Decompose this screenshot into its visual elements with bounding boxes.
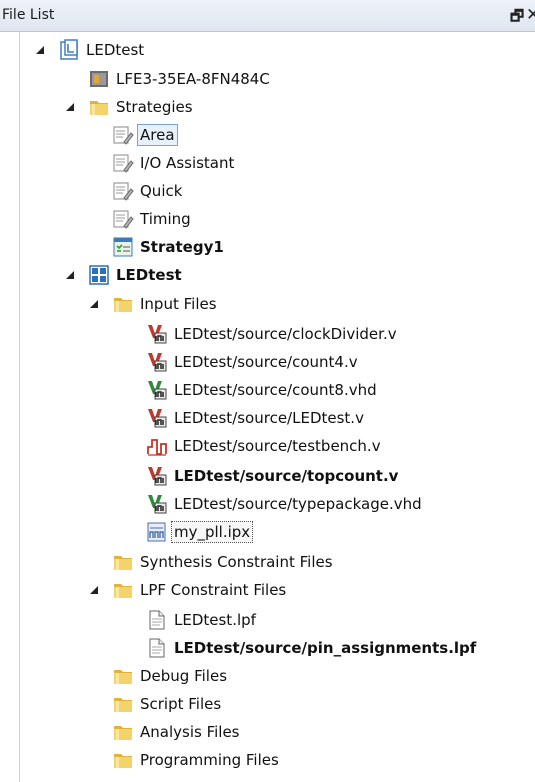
tree-item[interactable]: Timing	[112, 205, 191, 233]
tree-item-label: Area	[137, 124, 178, 146]
tree-item[interactable]: Strategy1	[112, 233, 224, 261]
tree-item[interactable]: LFE3-35EA-8FN484C	[88, 65, 270, 93]
tree-item-label: LEDtest/source/clockDivider.v	[174, 325, 397, 343]
expand-arrow-icon[interactable]	[64, 269, 76, 281]
tree-item-label: LEDtest/source/pin_assignments.lpf	[174, 639, 477, 657]
panel-titlebar: File List 🗗 ✕	[0, 0, 535, 32]
tree-item-label: LFE3-35EA-8FN484C	[116, 70, 270, 88]
tree-item-label: LEDtest.lpf	[174, 611, 256, 629]
tree-item-label: Timing	[140, 210, 191, 228]
tree-item-label: I/O Assistant	[140, 154, 235, 172]
expand-arrow-icon[interactable]	[64, 101, 76, 113]
strategy-icon	[112, 208, 134, 230]
project-icon	[58, 39, 80, 61]
tree-item[interactable]: Analysis Files	[112, 718, 240, 746]
tree-item-label: Strategy1	[140, 238, 224, 256]
tree-item[interactable]: LEDtest/source/LEDtest.v	[146, 404, 364, 432]
panel-title: File List	[2, 7, 55, 23]
tree-item-label: LEDtest/source/LEDtest.v	[174, 409, 364, 427]
chip-icon	[88, 68, 110, 90]
folder-icon	[112, 293, 134, 315]
active-strategy-icon	[112, 236, 134, 258]
tree-item[interactable]: I/O Assistant	[112, 149, 234, 177]
tree-item[interactable]: LEDtest/source/testbench.v	[146, 432, 381, 460]
tree-item-label: Analysis Files	[140, 723, 240, 741]
tree-item-label: LEDtest/source/testbench.v	[174, 437, 381, 455]
folder-icon	[112, 579, 134, 601]
tree-item[interactable]: Strategies	[66, 93, 193, 121]
tree-item-label: Strategies	[116, 98, 193, 116]
strategy-icon	[112, 180, 134, 202]
tree-item[interactable]: LEDtest/source/count8.vhd	[146, 376, 377, 404]
tree-item-label: LEDtest	[86, 41, 145, 59]
tree-item-label: Input Files	[140, 295, 217, 313]
verilog-file-icon	[146, 323, 168, 345]
tree-item-label: my_pll.ipx	[171, 521, 254, 543]
folder-icon	[88, 96, 110, 118]
simulation-file-icon	[146, 435, 168, 457]
tree-item[interactable]: LEDtest	[66, 261, 182, 289]
folder-icon	[112, 749, 134, 771]
tree-item[interactable]: LEDtest/source/typepackage.vhd	[146, 490, 422, 518]
tree-item-label: Quick	[140, 182, 183, 200]
document-icon	[146, 637, 168, 659]
file-list-panel: File List 🗗 ✕ LEDtest LFE3-35EA-8FN484C St…	[0, 0, 535, 782]
tree-item[interactable]: Quick	[112, 177, 182, 205]
tree-item[interactable]: LEDtest/source/pin_assignments.lpf	[146, 634, 476, 662]
ipx-file-icon	[146, 521, 168, 543]
folder-icon	[112, 665, 134, 687]
vhdl-file-icon	[146, 493, 168, 515]
expand-arrow-icon[interactable]	[88, 584, 100, 596]
tree-item-label: Script Files	[140, 695, 222, 713]
tree-item-label: LEDtest/source/count4.v	[174, 353, 358, 371]
strategy-icon	[112, 152, 134, 174]
verilog-file-icon	[146, 465, 168, 487]
tree-item[interactable]: Area	[112, 121, 178, 149]
tree-item[interactable]: my_pll.ipx	[146, 518, 254, 546]
tree-item-label: Synthesis Constraint Files	[140, 553, 333, 571]
tree-item-label: LEDtest/source/typepackage.vhd	[174, 495, 422, 513]
tree-item[interactable]: LEDtest.lpf	[146, 606, 256, 634]
tree-item[interactable]: Debug Files	[112, 662, 227, 690]
file-tree: LEDtest LFE3-35EA-8FN484C Strategies Area I/…	[0, 32, 535, 782]
tree-item-label: LEDtest/source/topcount.v	[174, 467, 399, 485]
tree-item[interactable]: LEDtest	[36, 36, 145, 64]
verilog-file-icon	[146, 407, 168, 429]
tree-item[interactable]: LEDtest/source/clockDivider.v	[146, 320, 397, 348]
close-icon[interactable]: ✕	[526, 5, 535, 25]
tree-item[interactable]: LPF Constraint Files	[90, 576, 287, 604]
tree-item[interactable]: Programming Files	[112, 746, 279, 774]
tree-item[interactable]: LEDtest/source/count4.v	[146, 348, 358, 376]
tree-item[interactable]: Input Files	[90, 290, 217, 318]
folder-icon	[112, 693, 134, 715]
vhdl-file-icon	[146, 379, 168, 401]
verilog-file-icon	[146, 351, 168, 373]
expand-arrow-icon[interactable]	[34, 44, 46, 56]
folder-icon	[112, 551, 134, 573]
tree-item-label: LEDtest	[116, 266, 182, 284]
strategy-icon	[112, 124, 134, 146]
tree-item-label: Debug Files	[140, 667, 228, 685]
tree-item[interactable]: Script Files	[112, 690, 221, 718]
expand-arrow-icon[interactable]	[88, 298, 100, 310]
tree-item[interactable]: Synthesis Constraint Files	[112, 548, 333, 576]
tree-item-label: LEDtest/source/count8.vhd	[174, 381, 377, 399]
file-tree-area: LEDtest LFE3-35EA-8FN484C Strategies Area I/…	[0, 32, 535, 782]
tree-item-label: Programming Files	[140, 751, 279, 769]
tree-item-label: LPF Constraint Files	[140, 581, 287, 599]
folder-icon	[112, 721, 134, 743]
implementation-icon	[88, 264, 110, 286]
document-icon	[146, 609, 168, 631]
float-window-icon[interactable]: 🗗	[510, 6, 524, 31]
tree-item[interactable]: LEDtest/source/topcount.v	[146, 462, 398, 490]
